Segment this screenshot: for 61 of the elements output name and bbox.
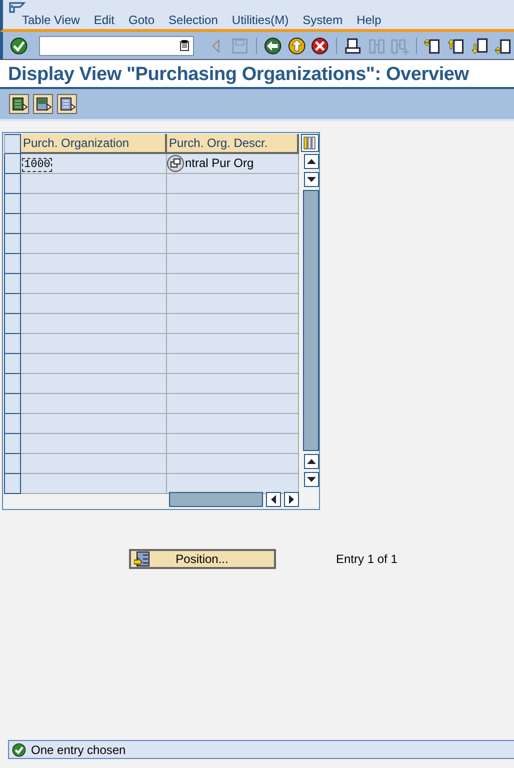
row-selector[interactable]: [4, 254, 21, 274]
menu-item[interactable]: Utilities(M): [232, 13, 289, 27]
menu-item[interactable]: Help: [356, 13, 382, 27]
left-arrow-icon: [271, 495, 276, 504]
row-selector[interactable]: [4, 314, 21, 334]
cancel-icon[interactable]: [310, 36, 330, 56]
table-cell[interactable]: 1000: [22, 158, 52, 172]
command-field[interactable]: [38, 36, 194, 56]
scroll-left-button[interactable]: [266, 492, 281, 507]
row-selector[interactable]: [4, 274, 21, 294]
select-all-cell[interactable]: [4, 134, 21, 154]
select-all-button[interactable]: [9, 94, 29, 114]
row-selector[interactable]: [4, 394, 21, 414]
row-selector[interactable]: [4, 414, 21, 434]
select-block-button[interactable]: [33, 94, 53, 114]
row-selector[interactable]: [4, 194, 21, 214]
menu-item[interactable]: Goto: [128, 13, 155, 27]
column-settings-icon[interactable]: [301, 134, 319, 152]
scroll-up-button[interactable]: [304, 454, 318, 469]
row-selector[interactable]: [4, 334, 21, 354]
row-selector[interactable]: [4, 154, 21, 174]
page-arrow-icon[interactable]: [470, 36, 490, 56]
right-arrow-icon: [289, 495, 294, 504]
down-arrow-icon: [306, 177, 316, 182]
menu-item[interactable]: Selection: [168, 13, 218, 27]
clipboard-icon[interactable]: [180, 40, 190, 50]
row-selector[interactable]: [4, 454, 21, 474]
scrollbar-thumb[interactable]: [169, 492, 263, 507]
position-button[interactable]: Position...: [129, 549, 276, 569]
printer-icon[interactable]: [343, 36, 363, 56]
column-header[interactable]: Purch. Organization: [21, 134, 167, 154]
scroll-right-button[interactable]: [284, 492, 299, 507]
row-selector[interactable]: [4, 174, 21, 194]
success-icon: [12, 742, 26, 756]
menu-item[interactable]: System: [302, 13, 343, 27]
row-selector[interactable]: [4, 354, 21, 374]
scroll-down-button[interactable]: [304, 172, 318, 187]
column-header[interactable]: Purch. Org. Descr.: [167, 134, 299, 154]
position-icon: [134, 551, 150, 567]
up-arrow-icon: [306, 159, 316, 164]
scroll-up-button[interactable]: [304, 154, 318, 169]
status-message: One entry chosen: [31, 742, 126, 756]
scrollbar-thumb[interactable]: [303, 190, 319, 451]
check-icon[interactable]: [9, 36, 29, 56]
menu-item[interactable]: Table View: [22, 13, 80, 27]
down-arrow-icon: [306, 477, 316, 482]
row-selector[interactable]: [4, 214, 21, 234]
menu-item[interactable]: Edit: [94, 13, 115, 27]
entry-count: Entry 1 of 1: [336, 552, 398, 566]
screen-title: Display View "Purchasing Organizations": Overview: [0, 60, 514, 89]
row-selector[interactable]: [4, 374, 21, 394]
up-arrow-icon: [306, 459, 316, 464]
windows-icon[interactable]: [167, 155, 184, 172]
row-selector[interactable]: [4, 474, 21, 494]
row-selector[interactable]: [4, 294, 21, 314]
row-selector[interactable]: [4, 434, 21, 454]
row-selector[interactable]: [4, 234, 21, 254]
scroll-down-button[interactable]: [304, 472, 318, 487]
menu-icon[interactable]: [9, 2, 26, 13]
deselect-all-button[interactable]: [57, 94, 77, 114]
table-cell: ntral Pur Org: [185, 156, 254, 170]
